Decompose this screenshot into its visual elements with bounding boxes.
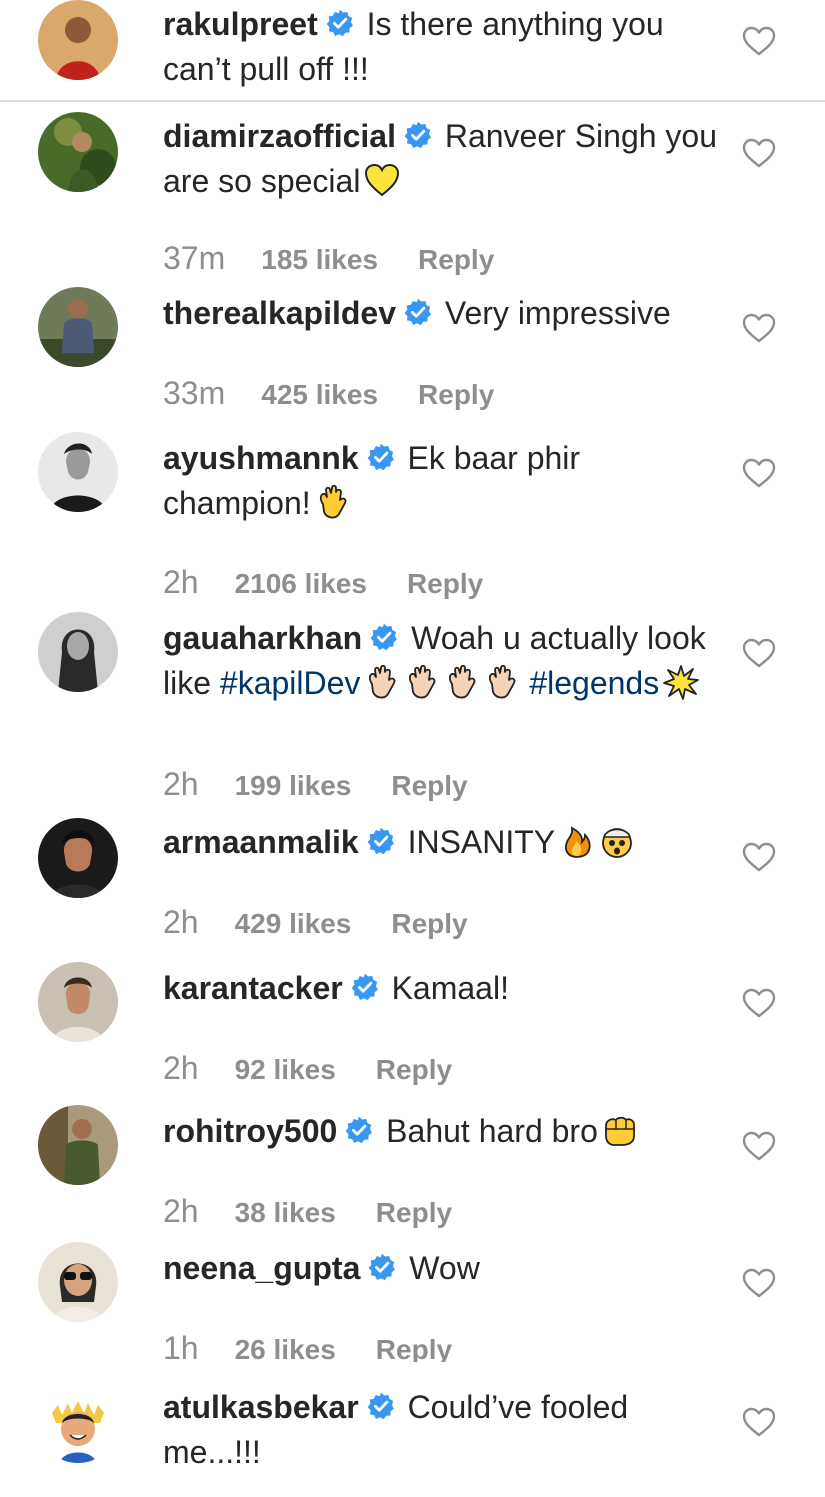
clapping-hands-icon [364,664,400,700]
comment-username[interactable]: armaanmalik [163,824,359,860]
comment-meta: 37m 185 likes Reply [163,240,494,276]
comment-time: 2h [163,766,199,802]
avatar[interactable] [38,0,118,80]
comment-meta: 33m 425 likes Reply [163,375,494,412]
comment-meta: 2h 2106 likes Reply [163,564,483,601]
oncoming-fist-icon [602,1112,638,1148]
reply-button[interactable]: Reply [418,379,494,410]
comment-likes[interactable]: 185 likes [261,244,378,275]
reply-button[interactable]: Reply [407,568,483,599]
comment-time: 2h [163,1193,199,1229]
comment-meta: 2h 429 likes Reply [163,904,468,941]
comment-username[interactable]: therealkapildev [163,295,396,331]
like-heart-icon[interactable] [742,26,776,56]
comment-text: INSANITY [407,824,556,860]
comment-time: 2h [163,904,199,940]
reply-button[interactable]: Reply [376,1334,452,1362]
verified-badge-icon [367,1392,395,1420]
like-heart-icon[interactable] [742,1131,776,1161]
comment-username[interactable]: neena_gupta [163,1250,360,1286]
yellow-heart-icon [364,162,400,198]
like-heart-icon[interactable] [742,1268,776,1298]
divider [0,100,825,102]
comment-username[interactable]: ayushmannk [163,440,359,476]
comment-username[interactable]: karantacker [163,970,343,1006]
clapping-hands-icon [404,664,440,700]
comment-text: Bahut hard bro [386,1113,598,1149]
comment-meta: 2h 199 likes Reply [163,766,468,803]
reply-button[interactable]: Reply [418,244,494,275]
verified-badge-icon [351,973,379,1001]
verified-badge-icon [367,443,395,471]
comment-likes[interactable]: 38 likes [235,1197,336,1228]
collision-icon [663,664,700,700]
comment-time: 33m [163,375,226,411]
reply-button[interactable]: Reply [376,1197,452,1228]
comment-username[interactable]: atulkasbekar [163,1389,359,1425]
verified-badge-icon [345,1116,373,1144]
comment-meta: 1h 26 likes Reply [163,1330,452,1362]
avatar[interactable] [38,1242,118,1322]
fire-icon [559,823,595,859]
comment-meta: 2h 38 likes Reply [163,1193,452,1230]
verified-badge-icon [368,1253,396,1281]
verified-badge-icon [367,827,395,855]
reply-button[interactable]: Reply [376,1054,452,1085]
comment-likes[interactable]: 199 likes [235,770,352,801]
comment-time: 2h [163,1050,199,1086]
comment-text: Kamaal! [391,970,509,1006]
clapping-hands-icon [484,664,520,700]
avatar[interactable] [38,612,118,692]
comment-time: 37m [163,240,226,276]
avatar[interactable] [38,962,118,1042]
comment-likes[interactable]: 425 likes [261,379,378,410]
comment-time: 1h [163,1330,199,1362]
comment-username[interactable]: rakulpreet [163,6,318,42]
clapping-hands-icon [315,484,351,520]
comment-likes[interactable]: 429 likes [235,908,352,939]
avatar[interactable] [38,818,118,898]
like-heart-icon[interactable] [742,988,776,1018]
like-heart-icon[interactable] [742,458,776,488]
comment-likes[interactable]: 26 likes [235,1334,336,1362]
avatar[interactable] [38,112,118,192]
reply-button[interactable]: Reply [391,770,467,801]
avatar[interactable] [38,287,118,367]
comment-text: Wow [409,1250,480,1286]
comment-username[interactable]: gauaharkhan [163,620,362,656]
like-heart-icon[interactable] [742,638,776,668]
like-heart-icon[interactable] [742,138,776,168]
verified-badge-icon [326,9,354,37]
like-heart-icon[interactable] [742,1407,776,1437]
like-heart-icon[interactable] [742,842,776,872]
verified-badge-icon [404,121,432,149]
comment-time: 2h [163,564,199,600]
verified-badge-icon [404,298,432,326]
like-heart-icon[interactable] [742,313,776,343]
comment-username[interactable]: diamirzaofficial [163,118,396,154]
comment-likes[interactable]: 92 likes [235,1054,336,1085]
comment-username[interactable]: rohitroy500 [163,1113,337,1149]
hashtag-link[interactable]: #kapilDev [220,665,361,701]
verified-badge-icon [370,623,398,651]
comment-text: Very impressive [444,295,671,331]
avatar[interactable] [38,1383,118,1463]
hashtag-link[interactable]: #legends [529,665,659,701]
reply-button[interactable]: Reply [391,908,467,939]
clapping-hands-icon [444,664,480,700]
avatar[interactable] [38,432,118,512]
comment-likes[interactable]: 2106 likes [235,568,367,599]
exploding-head-icon [599,823,635,859]
avatar[interactable] [38,1105,118,1185]
comment-meta: 2h 92 likes Reply [163,1050,452,1087]
